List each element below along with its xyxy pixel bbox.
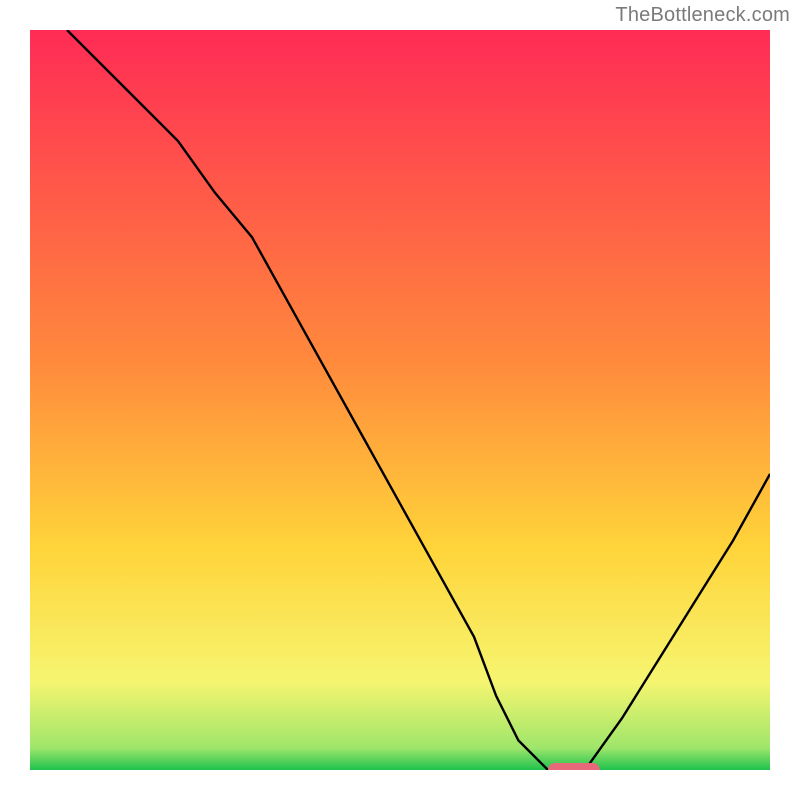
chart-svg [30, 30, 770, 770]
watermark-text: TheBottleneck.com [615, 4, 790, 27]
chart-plot-area [30, 30, 770, 770]
optimal-point-marker [548, 763, 600, 770]
